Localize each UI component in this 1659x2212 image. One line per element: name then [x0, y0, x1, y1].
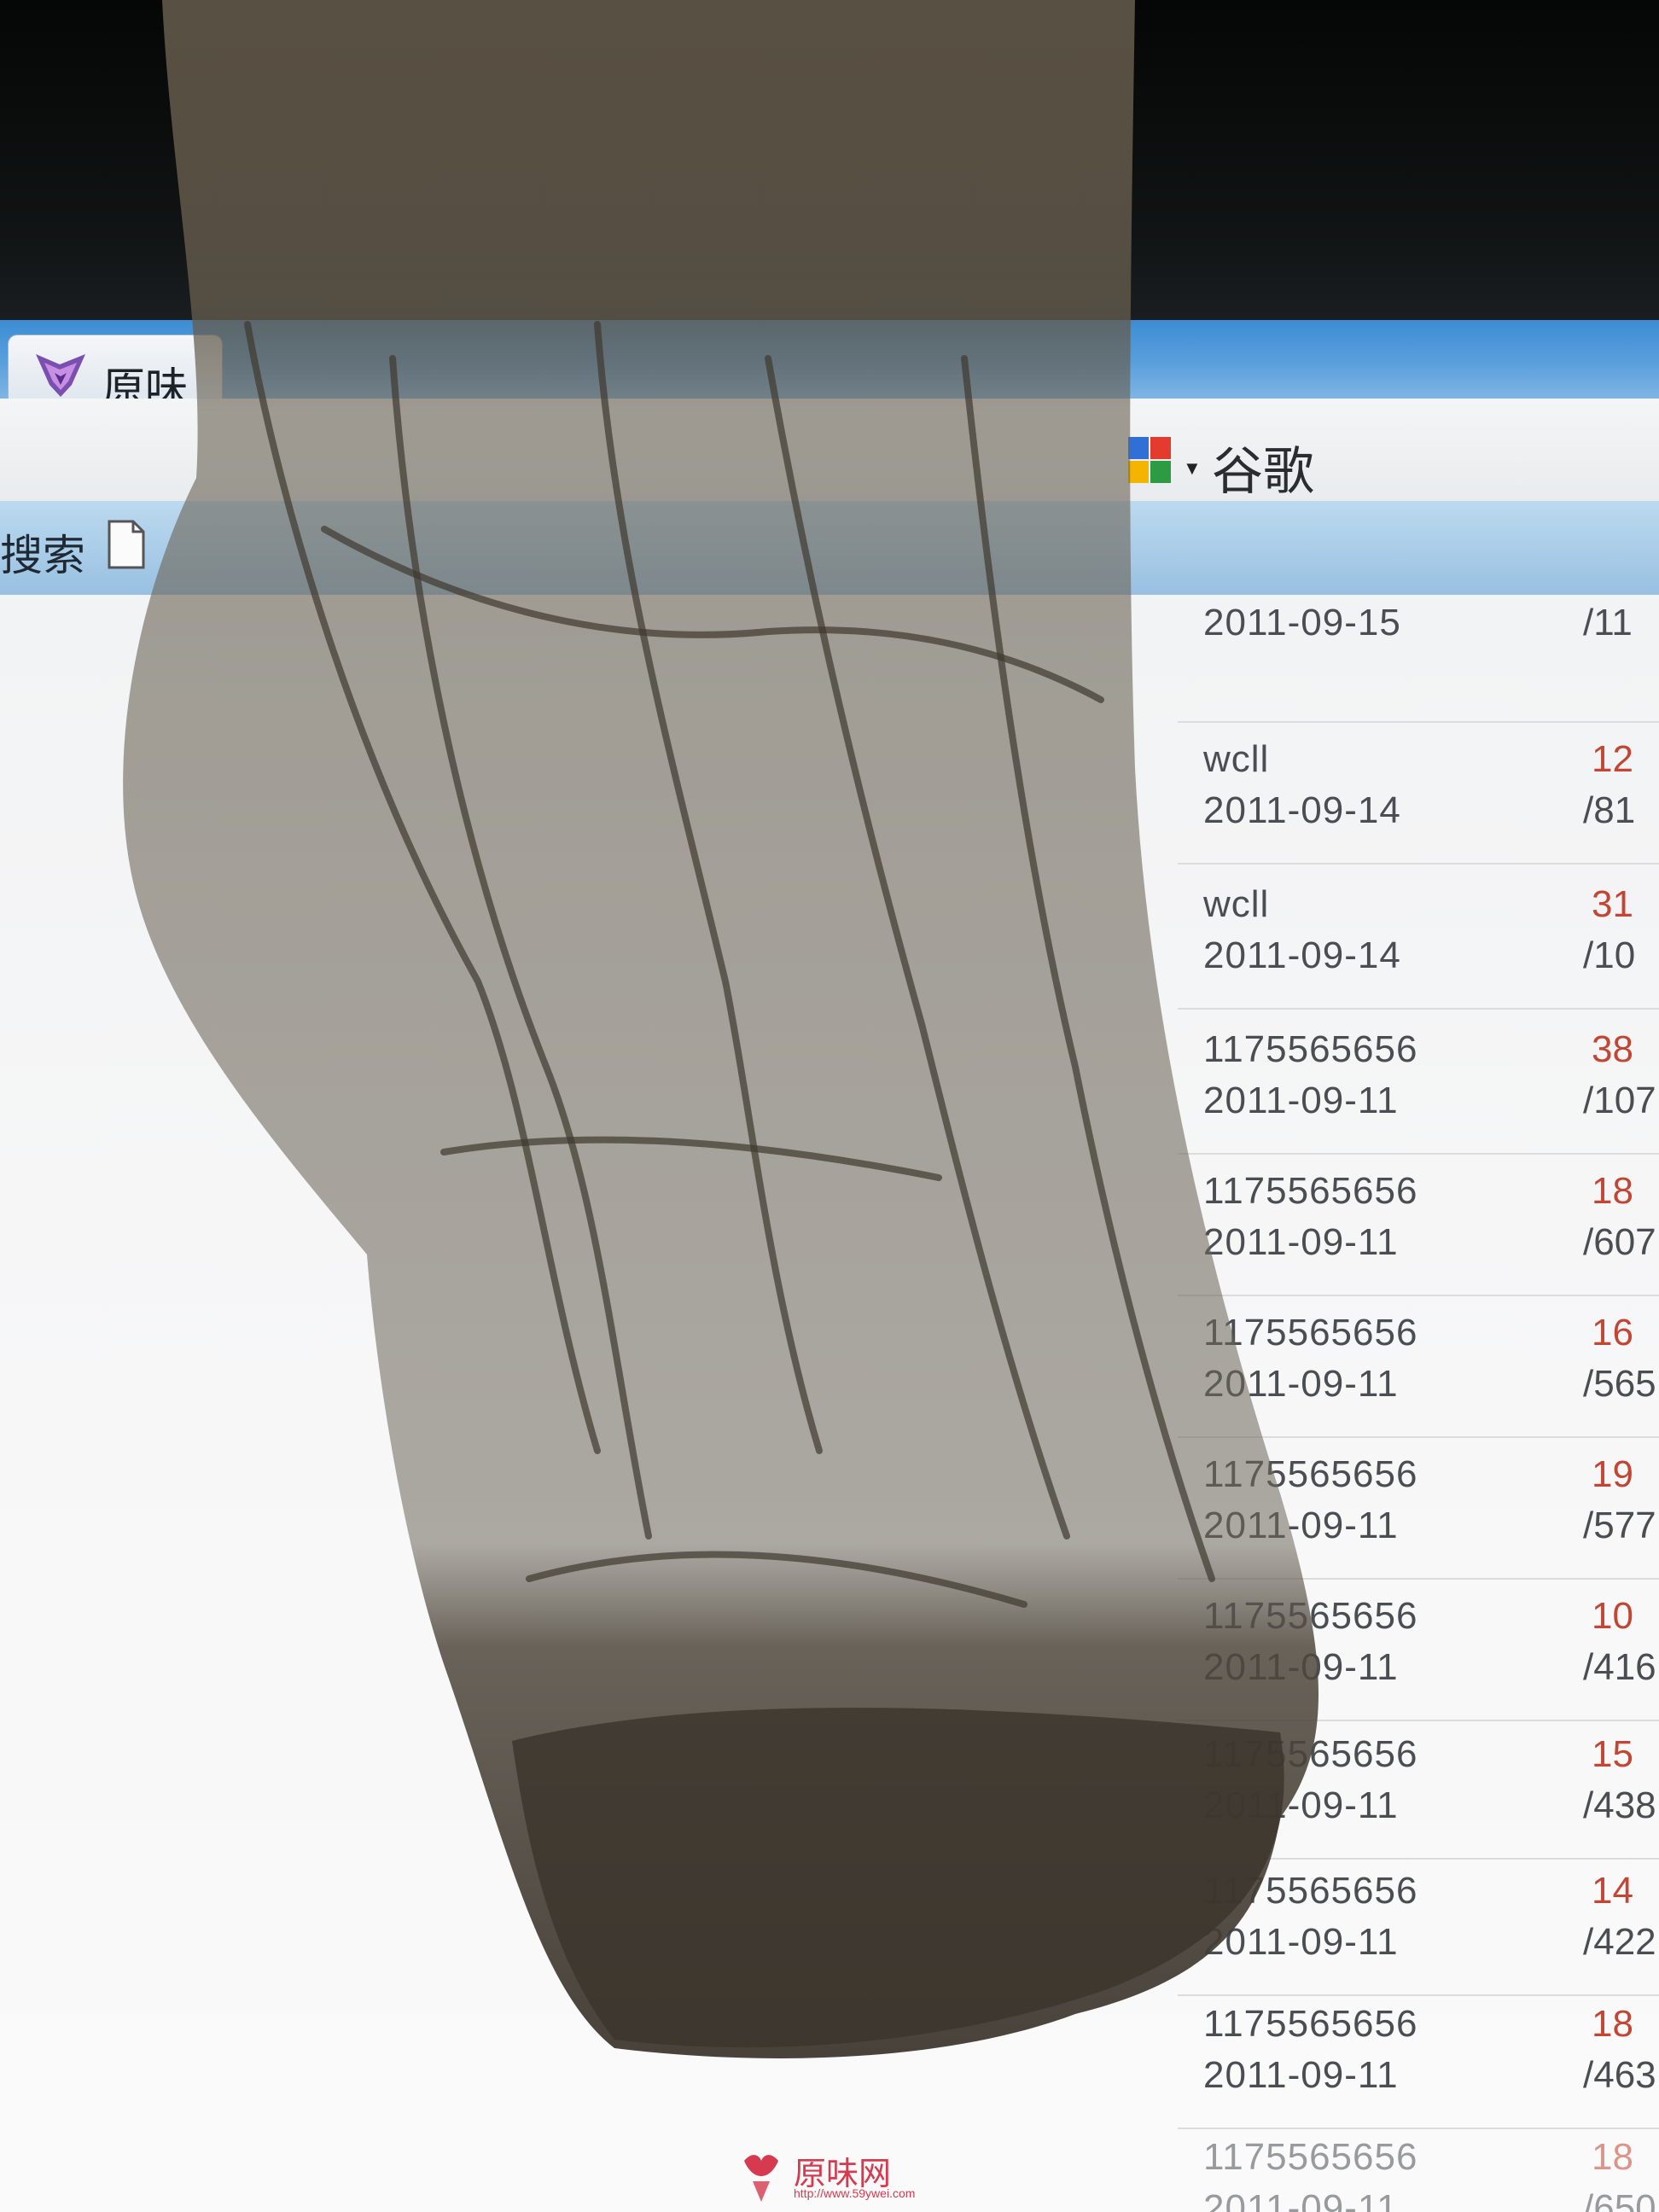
thread-row[interactable]: 1175565656 10 2011-09-11 /416 — [1178, 1578, 1659, 1721]
thread-row[interactable]: wcll 12 2011-09-14 /81 — [1178, 721, 1659, 864]
thread-views: /650 — [1583, 2187, 1656, 2212]
thread-author[interactable]: wcll — [1203, 738, 1269, 781]
thread-replies: 18 — [1592, 2136, 1633, 2178]
thread-author[interactable]: 1175565656 — [1203, 2136, 1417, 2179]
thread-row[interactable]: 1175565656 18 2011-09-11 /650 — [1178, 2119, 1659, 2212]
thread-date: 2011-09-15 — [1203, 602, 1401, 643]
thread-author[interactable]: 1175565656 — [1203, 1733, 1417, 1776]
lips-logo-icon — [744, 2155, 778, 2202]
thread-row[interactable]: 1175565656 38 2011-09-11 /107 — [1178, 1011, 1659, 1155]
thread-row[interactable]: 2011-09-15 /11 — [1178, 579, 1659, 723]
thread-author[interactable]: 1175565656 — [1203, 1170, 1417, 1213]
thread-replies: 19 — [1592, 1453, 1633, 1495]
thread-date: 2011-09-11 — [1203, 2187, 1399, 2212]
thread-date: 2011-09-11 — [1203, 1080, 1399, 1121]
thread-replies: 18 — [1592, 2003, 1633, 2045]
thread-date: 2011-09-11 — [1203, 1505, 1399, 1546]
thread-replies: 14 — [1592, 1870, 1633, 1912]
browser-title-bar: 原味 — [0, 320, 1659, 412]
thread-author[interactable]: 1175565656 — [1203, 1595, 1417, 1638]
photo-stage: 原味 ▼ 谷歌 搜索 2011-09-15 /11 wcll 12 2011-0… — [0, 0, 1659, 2212]
browser-window: 原味 ▼ 谷歌 搜索 2011-09-15 /11 wcll 12 2011-0… — [0, 320, 1659, 2212]
thread-views: /565 — [1583, 1363, 1656, 1405]
chevron-down-icon: ▼ — [1183, 457, 1202, 479]
thread-views: /577 — [1583, 1505, 1656, 1546]
bookmark-search-link[interactable]: 搜索 — [0, 521, 85, 583]
thread-views: /416 — [1583, 1646, 1656, 1688]
thread-date: 2011-09-14 — [1203, 789, 1401, 831]
thread-date: 2011-09-11 — [1203, 1363, 1399, 1405]
thread-views: /607 — [1583, 1221, 1656, 1263]
thread-views: /81 — [1583, 789, 1636, 831]
thread-date: 2011-09-11 — [1203, 1921, 1399, 1963]
thread-date: 2011-09-11 — [1203, 1221, 1399, 1263]
site-watermark: 原味网 http://www.59ywei.com — [741, 2147, 928, 2207]
thread-views: /11 — [1583, 602, 1633, 643]
thread-author[interactable]: wcll — [1203, 883, 1269, 926]
thread-views: /10 — [1583, 934, 1636, 976]
thread-views: /438 — [1583, 1784, 1656, 1826]
page-icon[interactable] — [106, 520, 147, 569]
thread-date: 2011-09-11 — [1203, 2054, 1399, 2096]
thread-author[interactable]: 1175565656 — [1203, 1312, 1417, 1354]
thread-date: 2011-09-11 — [1203, 1784, 1399, 1826]
thread-views: /422 — [1583, 1921, 1656, 1963]
thread-replies: 15 — [1592, 1733, 1633, 1775]
watermark-url: http://www.59ywei.com — [794, 2186, 916, 2200]
thread-replies: 31 — [1592, 883, 1633, 925]
browser-toolbar: ▼ 谷歌 — [0, 399, 1659, 503]
thread-date: 2011-09-14 — [1203, 934, 1401, 976]
monitor-bezel — [0, 0, 1659, 333]
thread-author[interactable]: 1175565656 — [1203, 2003, 1417, 2046]
thread-views: /107 — [1583, 1080, 1656, 1121]
thread-views: /463 — [1583, 2054, 1656, 2096]
thread-replies: 12 — [1592, 738, 1633, 780]
thread-replies: 10 — [1592, 1595, 1633, 1637]
google-colored-blocks-icon — [1128, 437, 1171, 483]
thread-row[interactable]: 1175565656 18 2011-09-11 /607 — [1178, 1153, 1659, 1296]
thread-author[interactable]: 1175565656 — [1203, 1453, 1417, 1496]
thread-replies: 18 — [1592, 1170, 1633, 1212]
thread-row[interactable]: 1175565656 18 2011-09-11 /463 — [1178, 1986, 1659, 2129]
browser-tab[interactable]: 原味 — [9, 335, 222, 412]
forum-thread-list: 2011-09-15 /11 wcll 12 2011-09-14 /81 wc… — [0, 595, 1659, 2212]
search-engine-label: 谷歌 — [1212, 443, 1314, 500]
fox-head-logo-icon — [36, 354, 85, 397]
thread-replies: 38 — [1592, 1028, 1633, 1070]
thread-author[interactable]: 1175565656 — [1203, 1870, 1417, 1912]
thread-replies: 16 — [1592, 1312, 1633, 1353]
thread-date: 2011-09-11 — [1203, 1646, 1399, 1688]
thread-row[interactable]: 1175565656 14 2011-09-11 /422 — [1178, 1853, 1659, 1996]
thread-row[interactable]: 1175565656 19 2011-09-11 /577 — [1178, 1436, 1659, 1580]
thread-author[interactable]: 1175565656 — [1203, 1028, 1417, 1071]
thread-row[interactable]: wcll 31 2011-09-14 /10 — [1178, 866, 1659, 1010]
thread-row[interactable]: 1175565656 16 2011-09-11 /565 — [1178, 1295, 1659, 1438]
thread-row[interactable]: 1175565656 15 2011-09-11 /438 — [1178, 1716, 1659, 1860]
